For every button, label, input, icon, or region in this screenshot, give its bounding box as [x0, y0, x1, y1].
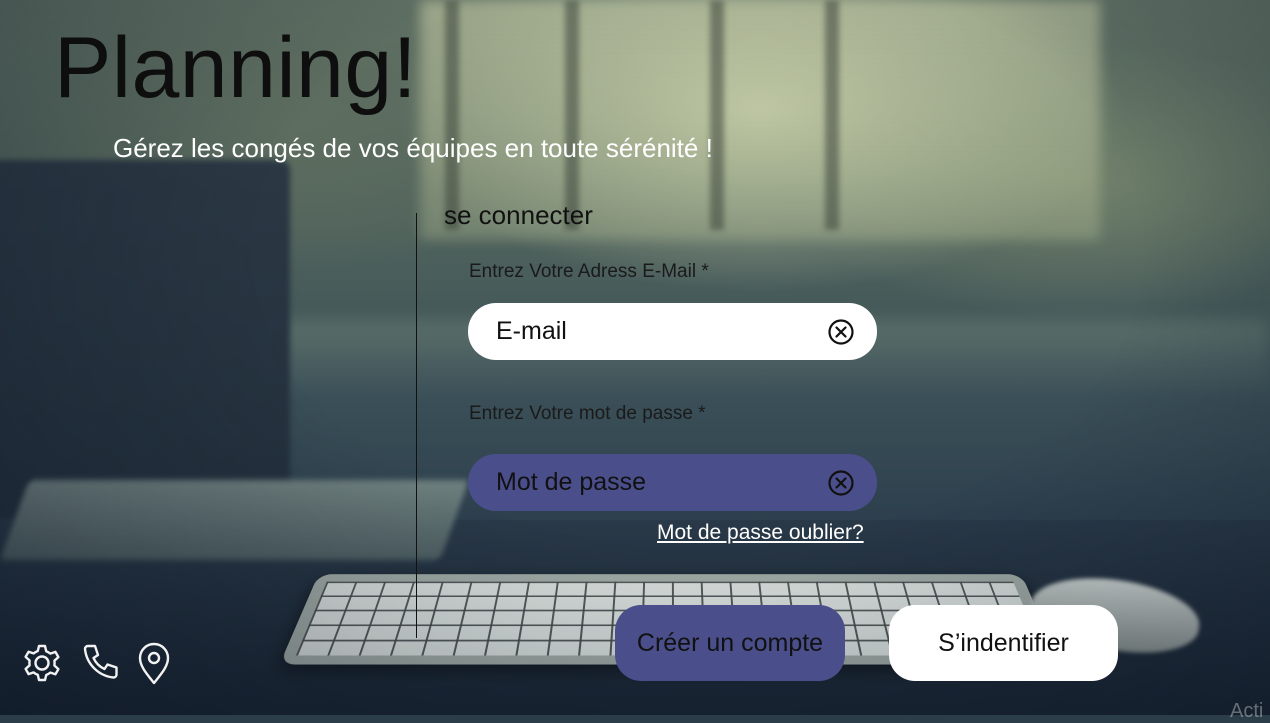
email-field-container: [468, 303, 877, 360]
app-tagline: Gérez les congés de vos équipes en toute…: [113, 133, 713, 163]
gear-icon[interactable]: [20, 640, 64, 686]
location-pin-icon[interactable]: [132, 640, 176, 686]
password-field-container: [468, 454, 877, 511]
login-heading: se connecter: [444, 200, 593, 230]
clear-password-icon[interactable]: [827, 469, 855, 497]
activation-watermark: Acti: [1230, 700, 1270, 723]
email-label: Entrez Votre Adress E-Mail *: [469, 261, 709, 283]
vertical-divider: [416, 213, 417, 638]
sign-in-button[interactable]: S’indentifier: [889, 605, 1118, 681]
app-title: Planning!: [54, 20, 417, 116]
forgot-password-link[interactable]: Mot de passe oublier?: [657, 520, 864, 545]
email-field[interactable]: [496, 303, 816, 360]
clear-email-icon[interactable]: [827, 318, 855, 346]
create-account-button[interactable]: Créer un compte: [615, 605, 845, 681]
password-field[interactable]: [496, 454, 816, 511]
phone-icon[interactable]: [78, 640, 122, 686]
password-label: Entrez Votre mot de passe *: [469, 403, 706, 425]
